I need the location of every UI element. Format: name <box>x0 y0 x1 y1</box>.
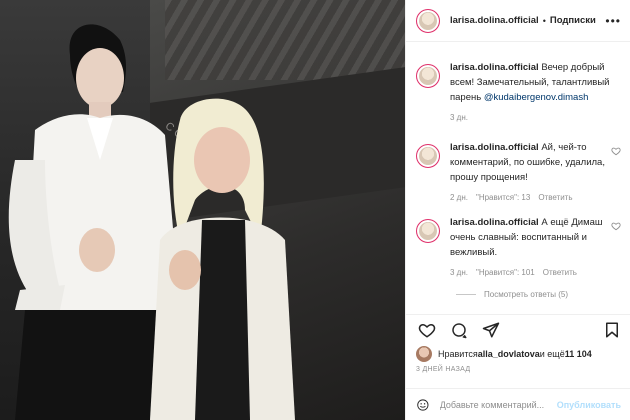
liker-username[interactable]: alla_dovlatova <box>478 349 540 359</box>
add-comment-bar: Опубликовать <box>406 388 630 420</box>
comment-body: larisa.dolina.official Ай, чей-то коммен… <box>450 140 615 202</box>
caption-item: larisa.dolina.official Вечер добрый всем… <box>416 60 621 122</box>
following-button[interactable]: Подписки <box>550 15 596 26</box>
comment-item: larisa.dolina.official А ещё Димаш очень… <box>416 215 621 277</box>
likes-prefix: Нравится <box>438 349 478 359</box>
bookmark-icon[interactable] <box>603 321 621 339</box>
author-avatar[interactable] <box>416 8 440 33</box>
more-options-icon[interactable]: ••• <box>605 14 621 28</box>
likes-count[interactable]: 11 104 <box>565 349 592 359</box>
like-heart-icon[interactable] <box>418 321 436 339</box>
comment-username[interactable]: larisa.dolina.official <box>450 217 539 228</box>
caption-username[interactable]: larisa.dolina.official <box>450 62 539 73</box>
caption-text-block: larisa.dolina.official Вечер добрый всем… <box>450 60 615 105</box>
comment-text-block: larisa.dolina.official Ай, чей-то коммен… <box>450 140 615 185</box>
emoji-icon[interactable] <box>416 396 430 414</box>
caption-body: larisa.dolina.official Вечер добрый всем… <box>450 60 615 122</box>
post-header: larisa.dolina.official • Подписки ••• <box>406 0 630 42</box>
caption-meta: 3 дн. <box>450 113 615 122</box>
post-photo[interactable]: CON G POP SI <box>0 0 405 420</box>
comment-like-heart-icon[interactable] <box>611 146 621 156</box>
comment-meta: 3 дн. "Нравится": 101 Ответить <box>450 268 615 277</box>
action-bar <box>406 314 630 344</box>
comment-text-block: larisa.dolina.official А ещё Димаш очень… <box>450 215 615 260</box>
comment-like-heart-icon[interactable] <box>611 221 621 231</box>
post-panel: larisa.dolina.official • Подписки ••• la… <box>405 0 630 420</box>
comment-avatar[interactable] <box>416 144 440 168</box>
comment-meta: 2 дн. "Нравится": 13 Ответить <box>450 193 615 202</box>
comment-username[interactable]: larisa.dolina.official <box>450 142 539 153</box>
comment-time: 3 дн. <box>450 268 468 277</box>
post-timestamp: 3 ДНЕЙ НАЗАД <box>416 366 471 373</box>
view-replies-button[interactable]: Посмотреть ответы (5) <box>456 290 568 299</box>
view-replies-label: Посмотреть ответы (5) <box>484 290 569 299</box>
comment-body: larisa.dolina.official А ещё Димаш очень… <box>450 215 615 277</box>
caption-avatar[interactable] <box>416 64 440 88</box>
comment-likes[interactable]: "Нравится": 101 <box>476 268 535 277</box>
likes-summary: Нравится alla_dovlatova и ещё 11 104 <box>416 346 592 362</box>
replies-divider <box>456 294 476 295</box>
comment-icon[interactable] <box>450 321 468 339</box>
woman-figure <box>150 98 295 420</box>
liker-avatar[interactable] <box>416 346 432 362</box>
caption-time: 3 дн. <box>450 113 468 122</box>
author-username[interactable]: larisa.dolina.official <box>450 15 539 26</box>
separator-dot: • <box>542 15 546 26</box>
background-staircase <box>165 0 405 80</box>
publish-button[interactable]: Опубликовать <box>557 400 621 410</box>
caption-mention[interactable]: @kudaibergenov.dimash <box>484 92 589 103</box>
share-icon[interactable] <box>482 321 500 339</box>
comments-list: larisa.dolina.official Вечер добрый всем… <box>406 50 630 310</box>
comment-item: larisa.dolina.official Ай, чей-то коммен… <box>416 140 621 202</box>
comment-likes[interactable]: "Нравится": 13 <box>476 193 530 202</box>
comment-avatar[interactable] <box>416 219 440 243</box>
comment-reply-button[interactable]: Ответить <box>543 268 577 277</box>
likes-middle: и ещё <box>539 349 565 359</box>
comment-reply-button[interactable]: Ответить <box>538 193 572 202</box>
comment-input[interactable] <box>439 399 557 410</box>
comment-time: 2 дн. <box>450 193 468 202</box>
